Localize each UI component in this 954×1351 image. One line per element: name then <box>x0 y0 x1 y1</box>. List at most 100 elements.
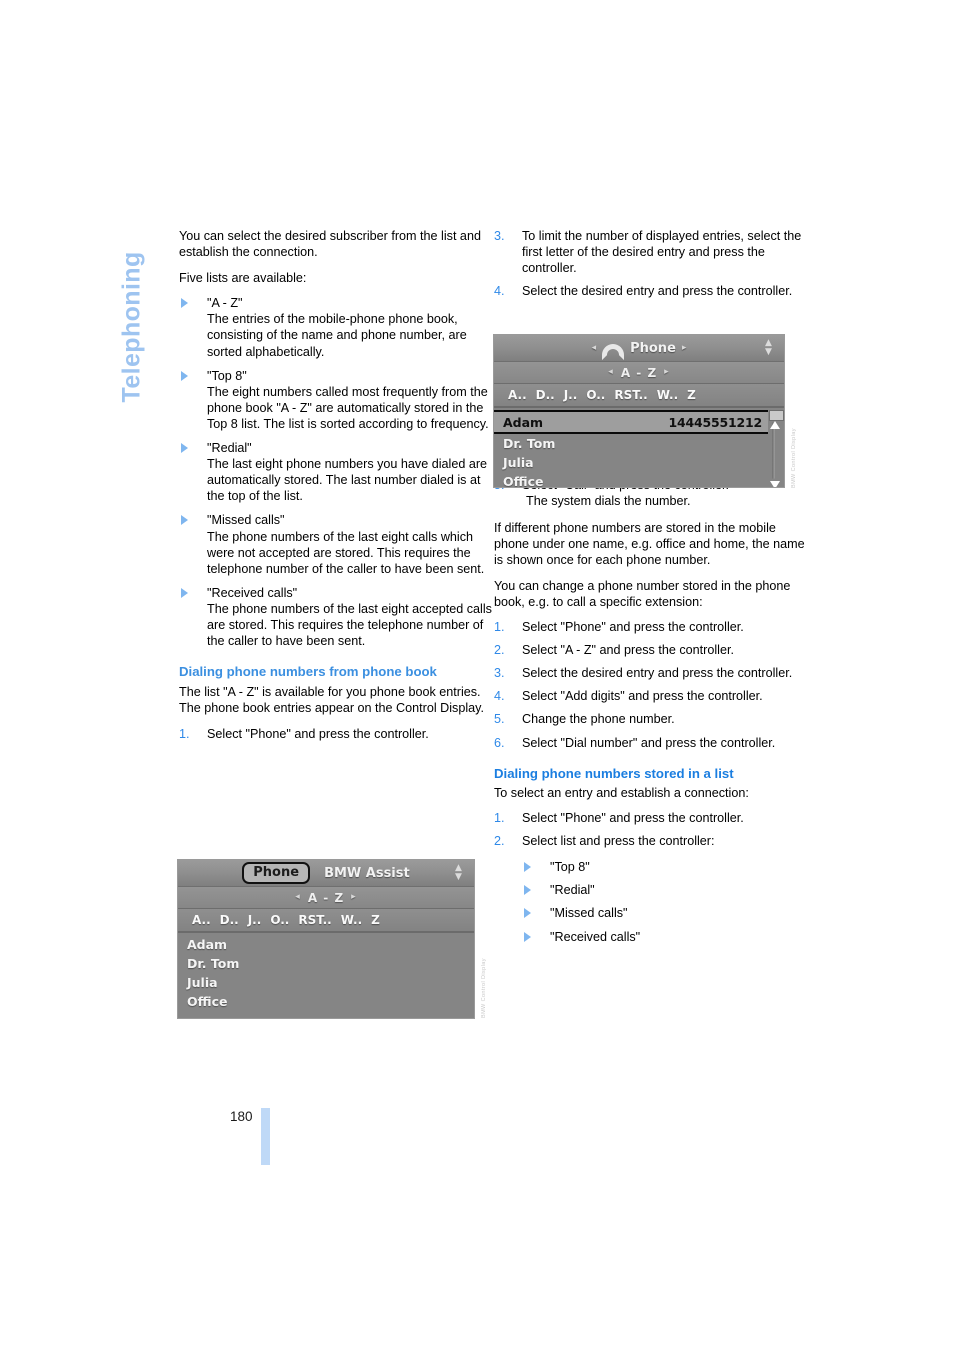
letter-group[interactable]: A.. <box>192 913 211 927</box>
arrow-right-icon[interactable]: ▸ <box>682 343 687 353</box>
triangle-bullet-icon <box>181 515 188 526</box>
list-term: "A - Z" <box>207 296 243 311</box>
step-text: Select "Phone" and press the controller. <box>522 620 744 635</box>
paragraph-change-number: You can change a phone number stored in … <box>494 578 791 609</box>
letter-group[interactable]: Z <box>371 913 380 927</box>
step-item: 1. Select "Phone" and press the controll… <box>494 619 812 635</box>
contact-row-selected[interactable]: Adam 14445551212 <box>494 410 768 434</box>
step-item: 3. Select the desired entry and press th… <box>494 665 812 681</box>
steps-stored-list: 1. Select "Phone" and press the controll… <box>494 810 812 849</box>
contact-row[interactable]: Office <box>494 472 784 488</box>
triangle-bullet-icon <box>181 370 188 381</box>
letter-group[interactable]: D.. <box>536 388 555 402</box>
steps-change-number: 1. Select "Phone" and press the controll… <box>494 619 812 751</box>
letter-group[interactable]: W.. <box>341 913 362 927</box>
list-item: "Redial" <box>522 882 812 898</box>
list-option-label: "Received calls" <box>550 929 641 944</box>
list-option-label: "Top 8" <box>550 860 590 875</box>
triangle-bullet-icon <box>524 931 531 942</box>
phone-handset-icon <box>602 343 625 360</box>
letter-group[interactable]: RST.. <box>614 388 647 402</box>
contact-name: Adam <box>503 414 544 430</box>
list-item: "Missed calls" The phone numbers of the … <box>179 512 497 576</box>
section-heading-dialing-stored-list: Dialing phone numbers stored in a list <box>494 765 734 781</box>
step-number: 3. <box>494 666 505 681</box>
contact-name: Adam <box>187 937 228 952</box>
step-number: 6. <box>494 735 505 750</box>
screen-contact-list: Adam Dr. Tom Julia Office <box>178 933 474 1018</box>
step-text: Select the desired entry and press the c… <box>522 284 793 299</box>
step-text: Select the desired entry and press the c… <box>522 666 793 681</box>
contact-row[interactable]: Dr. Tom <box>494 434 784 453</box>
section-intro: The list "A - Z" is available for you ph… <box>179 684 485 715</box>
screen-letter-groups: A.. D.. J.. O.. RST.. W.. Z <box>494 384 784 408</box>
chapter-tab: Telephoning <box>104 220 164 420</box>
screen-title-label: Phone <box>630 340 676 356</box>
letter-group[interactable]: A.. <box>508 388 527 402</box>
contact-row[interactable]: Office <box>178 992 474 1011</box>
list-desc: The phone numbers of the last eight call… <box>207 529 485 576</box>
step-number: 1. <box>494 811 505 826</box>
scrollbar-thumb[interactable] <box>769 410 784 421</box>
step-text: Select "Phone" and press the controller. <box>522 811 744 826</box>
contact-name: Julia <box>503 455 534 470</box>
step-item: 1. Select "Phone" and press the controll… <box>494 810 812 826</box>
triangle-bullet-icon <box>181 587 188 598</box>
list-item: "Missed calls" <box>522 905 812 921</box>
letter-group[interactable]: D.. <box>220 913 239 927</box>
list-item: "Received calls" The phone numbers of th… <box>179 585 497 649</box>
control-display-screenshot-entry-selected: ◂ Phone ▸ ▲ ▼ ◂ A - Z ▸ A.. D.. J.. O.. … <box>493 334 785 488</box>
contact-name: Julia <box>187 975 218 990</box>
arrow-right-icon[interactable]: ▸ <box>664 368 670 377</box>
scrollbar[interactable] <box>769 410 784 487</box>
screen-top-bar: ◂ Phone ▸ ▲ ▼ <box>494 335 784 362</box>
arrow-left-icon[interactable]: ◂ <box>295 893 301 902</box>
triangle-bullet-icon <box>181 298 188 309</box>
letter-group[interactable]: J.. <box>564 388 578 402</box>
steps-phone-book: 1. Select "Phone" and press the controll… <box>179 726 497 742</box>
figure-watermark-id: BMW Control Display <box>791 428 797 488</box>
screen-title-phone: ◂ Phone ▸ <box>592 340 687 360</box>
letter-group[interactable]: O.. <box>270 913 289 927</box>
scroll-up-arrow-icon[interactable] <box>770 421 780 429</box>
screen-subbar-az[interactable]: ◂ A - Z ▸ <box>494 362 784 384</box>
letter-group[interactable]: J.. <box>248 913 262 927</box>
letter-group[interactable]: O.. <box>586 388 605 402</box>
step-number: 2. <box>494 643 505 658</box>
contact-row[interactable]: Adam <box>178 935 474 954</box>
intro-paragraph: You can select the desired subscriber fr… <box>179 229 481 260</box>
steps-top: 3. To limit the number of displayed entr… <box>494 228 812 299</box>
contact-row[interactable]: Julia <box>494 453 784 472</box>
contact-row[interactable]: Dr. Tom <box>178 954 474 973</box>
screen-tab-phone[interactable]: Phone <box>242 862 311 884</box>
page-number: 180 <box>230 1109 253 1124</box>
contact-row[interactable]: Julia <box>178 973 474 992</box>
paragraph-multiple-numbers: If different phone numbers are stored in… <box>494 520 805 567</box>
step-text: Select "A - Z" and press the controller. <box>522 643 734 658</box>
list-desc: The eight numbers called most frequently… <box>207 384 489 431</box>
contact-name: Office <box>187 994 228 1009</box>
page-footer: 180 <box>230 1108 270 1165</box>
step-item: 1. Select "Phone" and press the controll… <box>179 726 497 742</box>
letter-group[interactable]: W.. <box>657 388 678 402</box>
arrow-left-icon[interactable]: ◂ <box>608 368 614 377</box>
manual-page: Telephoning You can select the desired s… <box>0 0 954 1351</box>
step-number: 3. <box>494 229 505 243</box>
up-down-scroll-icon[interactable]: ▲ ▼ <box>760 339 777 357</box>
letter-group[interactable]: RST.. <box>298 913 331 927</box>
step-number: 1. <box>494 620 505 635</box>
scroll-down-arrow-icon[interactable] <box>770 481 780 487</box>
screen-subbar-az[interactable]: ◂ A - Z ▸ <box>178 887 474 909</box>
screen-tab-bmw-assist[interactable]: BMW Assist <box>324 866 410 881</box>
contact-name: Office <box>503 474 544 488</box>
screen-contact-list: Adam 14445551212 Dr. Tom Julia Office <box>494 408 784 488</box>
step-item: 4. Select the desired entry and press th… <box>494 283 812 299</box>
arrow-right-icon[interactable]: ▸ <box>351 893 357 902</box>
arrow-left-icon[interactable]: ◂ <box>592 343 597 353</box>
letter-group[interactable]: Z <box>687 388 696 402</box>
list-term: "Received calls" <box>207 585 298 600</box>
scrollbar-track[interactable] <box>772 422 775 479</box>
step-subtext: The system dials the number. <box>526 494 691 509</box>
step-text: To limit the number of displayed entries… <box>522 229 802 276</box>
up-down-scroll-icon[interactable]: ▲ ▼ <box>450 864 467 882</box>
